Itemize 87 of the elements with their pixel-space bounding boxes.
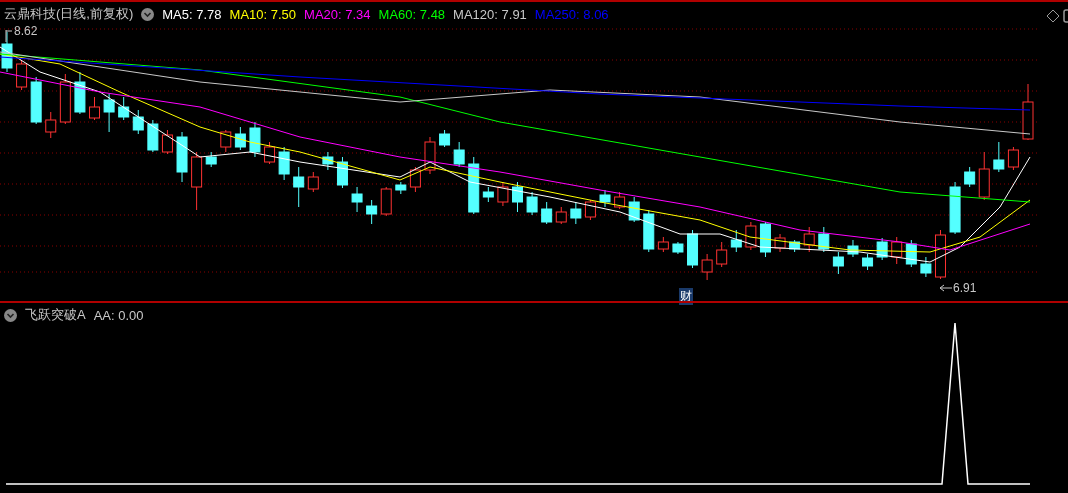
candlestick (89, 96, 100, 121)
candlestick (147, 119, 159, 153)
candlestick (336, 156, 348, 189)
moving-average-legend: MA60: 7.48 (378, 6, 446, 22)
candlestick (745, 221, 757, 251)
candlestick (205, 151, 217, 168)
moving-average-legend: MA5: 7.78 (162, 6, 222, 22)
candlestick (439, 129, 451, 148)
candlestick (920, 256, 932, 278)
indicator-reading: AA: 0.00 (93, 307, 144, 323)
candlestick (468, 156, 480, 215)
low-price-label: 6.91 (953, 281, 977, 295)
moving-average-legend: MA10: 7.50 (229, 6, 297, 22)
candlestick (891, 236, 903, 265)
candlestick (395, 181, 407, 195)
diamond-icon[interactable] (1046, 9, 1060, 23)
candlestick (74, 71, 86, 115)
candlestick (234, 126, 246, 151)
candlestick (555, 206, 567, 225)
candlestick (759, 221, 771, 258)
candlestick (322, 151, 334, 171)
candlestick (614, 191, 626, 210)
candlestick (526, 191, 538, 216)
dropdown-icon[interactable] (4, 308, 17, 322)
candlestick (1, 31, 13, 73)
candlestick (978, 151, 990, 201)
candlestick (307, 171, 319, 193)
candlestick (716, 241, 728, 268)
candlestick (59, 73, 71, 125)
candlestick (905, 239, 917, 268)
candlestick (132, 109, 144, 135)
candlestick (220, 129, 232, 153)
candlestick (103, 93, 115, 133)
candlestick (278, 146, 290, 181)
low-marker-icon (939, 284, 953, 292)
candlestick (380, 186, 392, 217)
candlestick (672, 241, 684, 255)
candlestick (45, 111, 57, 139)
candlestick (409, 166, 421, 193)
candlestick (730, 229, 742, 253)
candlestick (118, 96, 130, 121)
candlestick (293, 166, 305, 208)
candlestick (628, 196, 640, 223)
candlestick (657, 236, 669, 253)
candlestick (862, 253, 874, 271)
candlestick (964, 166, 976, 188)
candlestick (351, 186, 363, 213)
candlestick (424, 136, 436, 175)
candlestick (847, 239, 859, 258)
candlestick (599, 189, 611, 208)
candlestick (876, 237, 888, 261)
candlestick (993, 141, 1005, 173)
candlestick (191, 151, 203, 211)
moving-average-legend: MA250: 8.06 (534, 6, 609, 22)
candlestick (774, 233, 786, 253)
high-marker-icon (5, 29, 13, 43)
candlestick (482, 186, 494, 203)
moving-average-legend: MA120: 7.91 (453, 6, 527, 22)
candlestick (584, 199, 596, 221)
candlestick (803, 226, 815, 253)
candlestick (643, 209, 655, 253)
candlestick (949, 181, 961, 235)
indicator-title: 飞跃突破A (25, 306, 86, 324)
candlestick (687, 229, 699, 269)
candlestick (16, 59, 28, 91)
stock-title: 云鼎科技(日线,前复权) (4, 5, 134, 23)
candlestick (818, 226, 830, 253)
moving-average-legend: MA20: 7.34 (304, 6, 371, 22)
candlestick (570, 201, 582, 225)
candlestick (453, 141, 465, 168)
candlestick (161, 129, 173, 155)
candlestick (30, 76, 42, 125)
candlestick (789, 239, 801, 253)
candlestick (264, 141, 276, 165)
high-price-label: 8.62 (14, 24, 38, 38)
candlestick (1007, 146, 1019, 171)
candlestick (935, 229, 946, 280)
candlestick (249, 121, 261, 158)
dropdown-icon[interactable] (141, 7, 155, 21)
candlestick (1022, 83, 1034, 141)
candlestick (497, 181, 509, 207)
candlestick (512, 181, 523, 213)
candlestick (541, 201, 553, 225)
candlestick (366, 199, 378, 225)
candlestick (176, 131, 188, 183)
candlestick (832, 251, 844, 275)
candlestick (701, 253, 713, 281)
